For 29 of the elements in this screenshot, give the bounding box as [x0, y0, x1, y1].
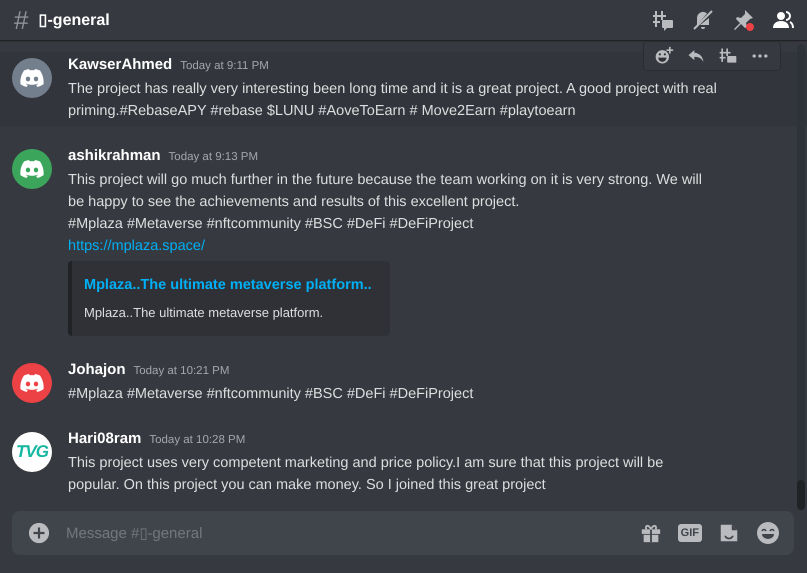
username[interactable]: ashikrahman	[68, 147, 161, 164]
embed-description: Mplaza..The ultimate metaverse platform.	[84, 305, 324, 320]
avatar[interactable]	[12, 363, 52, 403]
avatar[interactable]	[12, 58, 52, 98]
timestamp: Today at 9:11 PM	[180, 60, 269, 72]
channel-title: ▯-general	[38, 11, 111, 30]
avatar[interactable]	[12, 149, 52, 189]
message-text: #Mplaza #Metaverse #nftcommunity #BSC #DeFi #DeFiProject	[68, 385, 474, 404]
hash-icon: #	[14, 4, 28, 36]
timestamp: Today at 10:21 PM	[134, 365, 230, 377]
message-text: The project has really very interesting been long time and it is a great project. A good project with real priming.#RebaseAPY #rebase $LUNU #AoveToEarn # Move2Earn #playtoearn	[68, 80, 718, 121]
sticker-icon[interactable]	[718, 522, 740, 544]
emoji-icon[interactable]	[756, 521, 780, 545]
message-text: This project will go much further in the future because the team working on it is very strong. We will be happy to see the achievements and results of this excellent project.	[68, 171, 703, 212]
username[interactable]: KawserAhmed	[68, 56, 172, 73]
threads-icon[interactable]	[651, 8, 675, 32]
muted-bell-icon[interactable]	[691, 8, 715, 32]
username[interactable]: Johajon	[68, 361, 126, 378]
message-text: This project uses very competent marketing and price policy.I am sure that this project will be popular. On this project you can make money. So I joined this great project	[68, 454, 664, 495]
add-reaction-icon[interactable]	[654, 46, 674, 66]
username[interactable]: Hari08ram	[68, 430, 142, 447]
timestamp: Today at 10:28 PM	[149, 434, 246, 446]
embed-title[interactable]: Mplaza..The ultimate metaverse platform..	[84, 277, 374, 293]
gift-icon[interactable]	[640, 522, 662, 544]
timestamp: Today at 9:13 PM	[168, 151, 258, 163]
gif-button[interactable]: GIF	[678, 524, 702, 542]
add-icon[interactable]	[28, 522, 50, 544]
message-text: #Mplaza #Metaverse #nftcommunity #BSC #DeFi #DeFiProject	[68, 215, 474, 234]
message-link[interactable]: https://mplaza.space/	[68, 238, 206, 254]
